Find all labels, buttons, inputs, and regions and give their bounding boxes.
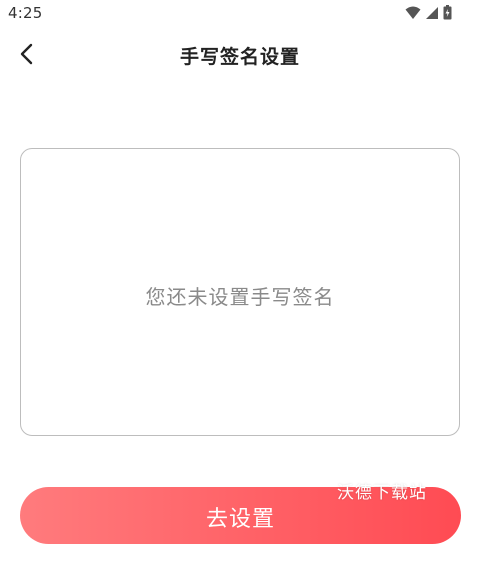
status-icons bbox=[405, 5, 452, 20]
wifi-icon bbox=[405, 6, 421, 20]
header: 手写签名设置 bbox=[0, 30, 480, 80]
signature-preview-area: 您还未设置手写签名 bbox=[20, 148, 460, 436]
signal-icon bbox=[425, 6, 439, 20]
signature-placeholder-text: 您还未设置手写签名 bbox=[145, 285, 335, 309]
status-time: 4:25 bbox=[8, 4, 43, 22]
go-setup-button-label: 去设置 bbox=[205, 507, 275, 532]
watermark: 沃德下载站 bbox=[337, 483, 427, 503]
status-bar: 4:25 bbox=[0, 0, 480, 28]
page-title: 手写签名设置 bbox=[179, 46, 300, 68]
battery-icon bbox=[443, 5, 452, 20]
